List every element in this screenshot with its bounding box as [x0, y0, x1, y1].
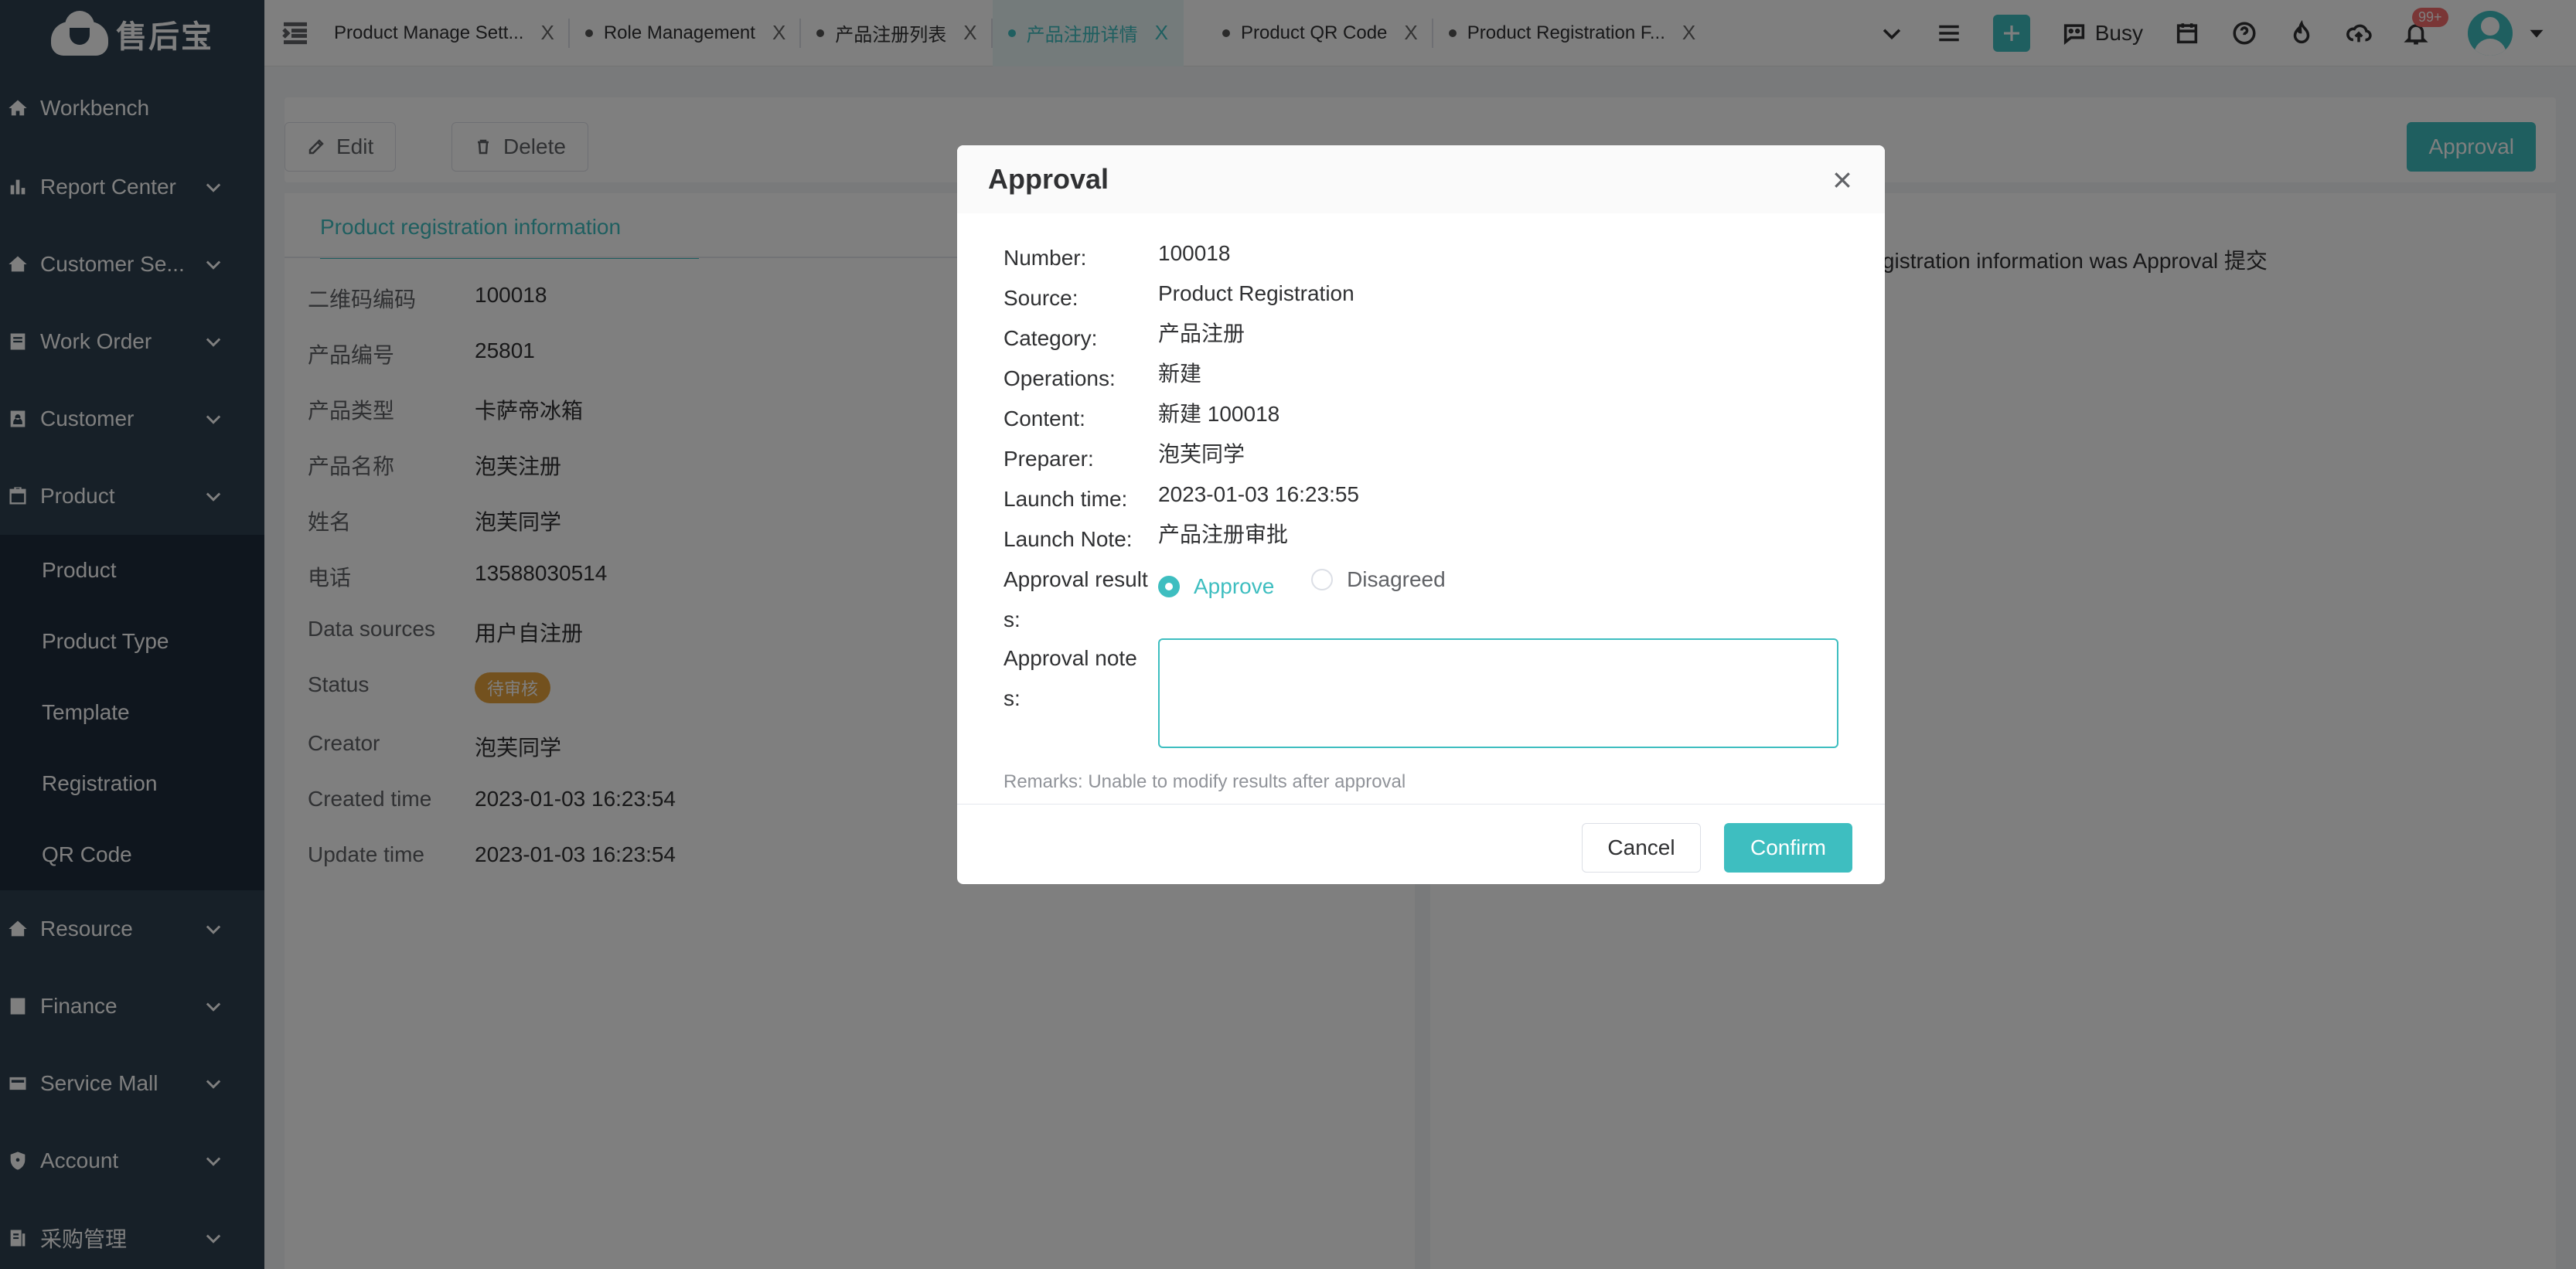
dialog-row: Preparer: 泡芙同学: [1003, 442, 1245, 471]
confirm-button[interactable]: Confirm: [1724, 823, 1852, 873]
dialog-row: Category: 产品注册: [1003, 322, 1245, 350]
dialog-title: Approval: [988, 163, 1109, 195]
dialog-row: Content: 新建 100018: [1003, 402, 1280, 430]
approval-notes-input[interactable]: [1158, 638, 1838, 748]
disagreed-radio[interactable]: Disagreed: [1311, 560, 1446, 600]
dialog-row: Number: 100018: [1003, 241, 1231, 270]
approval-notes-row: Approval note s:: [1003, 638, 1158, 719]
cancel-button[interactable]: Cancel: [1582, 823, 1701, 873]
approve-radio[interactable]: Approve: [1158, 566, 1274, 607]
approval-result-label: Approval result s:: [1003, 567, 1148, 631]
dialog-row: Source: Product Registration: [1003, 281, 1354, 310]
approval-result-row: Approval result s: Approve Disagreed: [1003, 560, 1477, 640]
dialog-row: Operations: 新建: [1003, 362, 1202, 390]
dialog-row: Launch time: 2023-01-03 16:23:55: [1003, 482, 1359, 511]
approval-dialog: Approval Number: 100018 Source: Product Re…: [957, 145, 1885, 884]
dialog-footer: Cancel Confirm: [957, 804, 1885, 884]
approval-notes-label: Approval note s:: [1003, 646, 1137, 710]
dialog-row: Launch Note: 产品注册审批: [1003, 522, 1289, 551]
dialog-header: Approval: [957, 145, 1885, 213]
remarks-text: Remarks: Unable to modify results after …: [1003, 771, 1406, 792]
close-icon[interactable]: [1831, 168, 1854, 192]
